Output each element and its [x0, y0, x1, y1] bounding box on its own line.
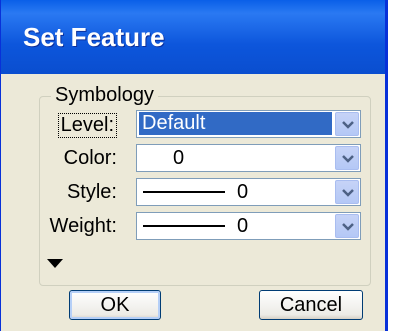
weight-dropdown-button[interactable]	[335, 214, 359, 238]
chevron-down-icon	[342, 121, 354, 129]
style-value: 0	[237, 181, 249, 203]
color-value: 0	[173, 147, 185, 169]
ok-button[interactable]: OK	[69, 290, 161, 320]
cancel-button[interactable]: Cancel	[259, 290, 363, 320]
weight-select[interactable]: 0	[136, 212, 361, 240]
weight-value: 0	[237, 215, 249, 237]
style-line-preview	[143, 191, 225, 193]
weight-line-preview	[143, 225, 225, 227]
chevron-down-icon	[342, 155, 354, 163]
color-label: Color:	[63, 147, 117, 169]
style-select[interactable]: 0	[136, 178, 361, 206]
chevron-down-icon	[342, 223, 354, 231]
symbology-group-label: Symbology	[51, 84, 158, 107]
triangle-down-icon[interactable]	[47, 256, 63, 274]
level-dropdown-button[interactable]	[335, 112, 359, 136]
title-bar[interactable]: Set Feature	[1, 0, 385, 74]
level-label: Level:	[57, 113, 117, 138]
window-title: Set Feature	[23, 22, 165, 52]
level-select[interactable]: Default	[136, 110, 361, 138]
color-select[interactable]: 0	[136, 144, 361, 172]
color-dropdown-button[interactable]	[335, 146, 359, 170]
weight-label: Weight:	[49, 215, 117, 237]
style-dropdown-button[interactable]	[335, 180, 359, 204]
style-label: Style:	[66, 181, 117, 203]
chevron-down-icon	[342, 189, 354, 197]
level-value: Default	[139, 112, 332, 135]
set-feature-dialog: Set Feature Symbology Level: Default Col…	[0, 0, 388, 331]
